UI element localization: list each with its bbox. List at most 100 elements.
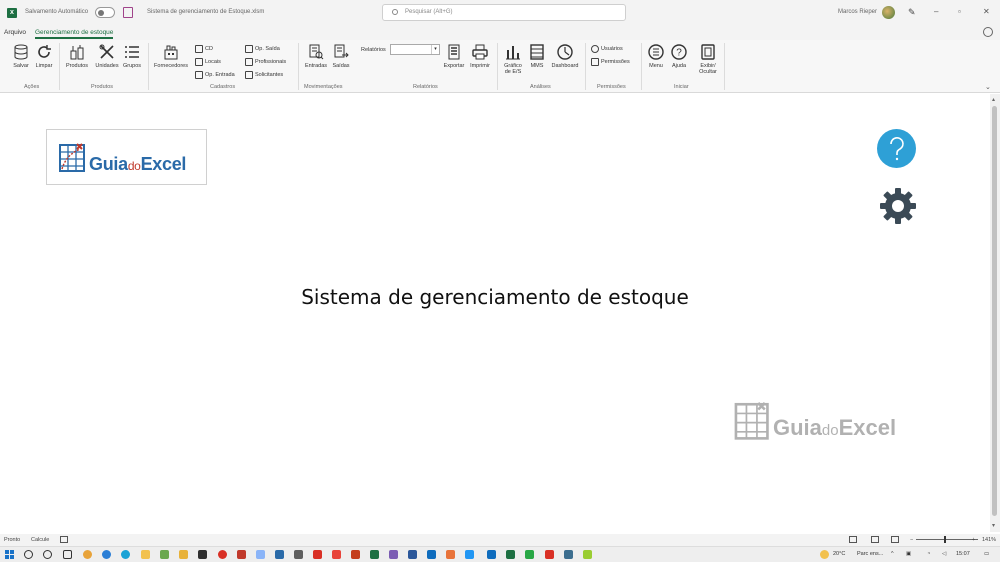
unidades-button[interactable]: Unidades xyxy=(94,44,120,69)
guiadoexcel-logo[interactable]: GuiadoExcel xyxy=(46,129,207,185)
edge-icon[interactable] xyxy=(102,550,111,559)
document-name[interactable]: Sistema de gerenciamento de Estoque.xlsm xyxy=(147,9,264,15)
user-name[interactable]: Marcos Rieper xyxy=(838,9,877,15)
app-blue2-icon[interactable] xyxy=(465,550,474,559)
app-teal-icon[interactable] xyxy=(564,550,573,559)
tray-chevron-icon[interactable]: ^ xyxy=(891,551,894,557)
autosave-toggle[interactable] xyxy=(95,7,115,18)
app-orange-icon[interactable] xyxy=(446,550,455,559)
imprimir-button[interactable]: Imprimir xyxy=(468,44,492,69)
powerpoint-icon[interactable] xyxy=(351,550,360,559)
maximize-button[interactable]: ▫ xyxy=(958,7,961,16)
cd-button[interactable]: CD xyxy=(195,45,213,53)
entradas-button[interactable]: Entradas xyxy=(304,44,328,69)
scroll-up-icon[interactable]: ▴ xyxy=(992,96,995,103)
op-entrada-button[interactable]: Op. Entrada xyxy=(195,71,235,79)
vertical-scrollbar[interactable]: ▴ ▾ xyxy=(990,94,1000,532)
ajuda-button[interactable]: ? Ajuda xyxy=(669,44,689,69)
zoom-out-icon[interactable]: − xyxy=(910,537,913,543)
menu-button[interactable]: Menu xyxy=(646,44,666,69)
saidas-button[interactable]: Saídas xyxy=(330,44,352,69)
widgets-icon[interactable] xyxy=(63,550,72,559)
zoom-slider-track[interactable] xyxy=(916,539,978,540)
scroll-down-icon[interactable]: ▾ xyxy=(992,522,995,529)
salvar-button[interactable]: Salvar xyxy=(11,44,31,69)
tab-arquivo[interactable]: Arquivo xyxy=(4,29,26,36)
dashboard-button[interactable]: Dashboard xyxy=(549,44,581,69)
normal-view-icon[interactable] xyxy=(849,536,857,543)
calc-status[interactable]: Calcule xyxy=(31,537,49,543)
solicitantes-button[interactable]: Solicitantes xyxy=(245,71,283,79)
weather-icon[interactable] xyxy=(820,550,829,559)
settings-gear-icon[interactable] xyxy=(879,187,917,225)
locais-button[interactable]: Locais xyxy=(195,58,221,66)
app-gray-icon[interactable] xyxy=(294,550,303,559)
film-icon xyxy=(529,44,545,60)
tray-app-icon[interactable]: ▣ xyxy=(906,551,911,557)
imprimir-label: Imprimir xyxy=(470,63,490,69)
search-box[interactable]: Pesquisar (Alt+G) xyxy=(382,4,626,21)
zoom-in-icon[interactable]: + xyxy=(972,537,975,543)
exibir-ocultar-button[interactable]: Exibir/ Ocultar xyxy=(695,44,721,75)
app-green-icon[interactable] xyxy=(160,550,169,559)
app-red-icon[interactable] xyxy=(237,550,246,559)
app-red3-icon[interactable] xyxy=(332,550,341,559)
windows-start-icon[interactable] xyxy=(5,550,14,559)
panel-icon xyxy=(700,44,716,60)
file-explorer-icon[interactable] xyxy=(141,550,150,559)
save-icon[interactable] xyxy=(123,7,133,18)
app-red2-icon[interactable] xyxy=(313,550,322,559)
volume-icon[interactable]: ◁ xyxy=(942,551,946,557)
grupos-button[interactable]: Grupos xyxy=(121,44,143,69)
zoom-slider-knob[interactable] xyxy=(944,536,946,543)
word-icon[interactable] xyxy=(408,550,417,559)
fornecedores-button[interactable]: Fornecedores xyxy=(152,44,190,69)
zoom-level[interactable]: 141% xyxy=(982,537,996,543)
collapse-ribbon-icon[interactable]: ⌄ xyxy=(985,83,991,91)
chevron-down-icon[interactable]: ▾ xyxy=(431,45,439,54)
app-lightblue-icon[interactable] xyxy=(256,550,265,559)
minimize-button[interactable]: – xyxy=(934,7,938,16)
avatar[interactable] xyxy=(882,6,895,19)
usuarios-button[interactable]: Usuários xyxy=(591,45,623,53)
mms-button[interactable]: MMS xyxy=(527,44,547,69)
app-green2-icon[interactable] xyxy=(506,550,515,559)
excel-taskbar-icon[interactable] xyxy=(370,550,379,559)
app-red4-icon[interactable] xyxy=(545,550,554,559)
tab-gerenciamento-estoque[interactable]: Gerenciamento de estoque xyxy=(35,29,114,39)
feedback-smiley-icon[interactable] xyxy=(983,27,993,37)
app-blue-icon[interactable] xyxy=(275,550,284,559)
scroll-thumb[interactable] xyxy=(992,106,997,516)
permissoes-button[interactable]: Permissões xyxy=(591,58,630,66)
weather-temp[interactable]: 20°C xyxy=(833,551,845,557)
clock[interactable]: 15:07 xyxy=(956,551,970,557)
pen-icon[interactable]: ✎ xyxy=(908,7,916,18)
notifications-icon[interactable]: ▭ xyxy=(984,551,989,557)
app-green3-icon[interactable] xyxy=(525,550,534,559)
limpar-button[interactable]: Limpar xyxy=(34,44,54,69)
profissionais-button[interactable]: Profissionais xyxy=(245,58,286,66)
relatorios-dropdown[interactable]: ▾ xyxy=(390,44,440,55)
app-red-circle-icon[interactable] xyxy=(218,550,227,559)
op-saida-button[interactable]: Op. Saída xyxy=(245,45,280,53)
page-break-icon[interactable] xyxy=(891,536,899,543)
grafico-es-button[interactable]: Gráfico de E/S xyxy=(501,44,525,75)
search-icon[interactable] xyxy=(24,550,33,559)
produtos-button[interactable]: Produtos xyxy=(64,44,90,69)
app-lime-icon[interactable] xyxy=(583,550,592,559)
task-view-icon[interactable] xyxy=(43,550,52,559)
app-dark-icon[interactable] xyxy=(198,550,207,559)
network-icon[interactable]: ◔ xyxy=(927,551,930,557)
weather-desc[interactable]: Parc ens... xyxy=(857,551,883,557)
browser-icon[interactable] xyxy=(121,550,130,559)
outlook-icon[interactable] xyxy=(427,550,436,559)
app-yellow-icon[interactable] xyxy=(179,550,188,559)
help-button[interactable] xyxy=(877,129,916,168)
exportar-button[interactable]: Exportar xyxy=(441,44,467,69)
accessibility-icon[interactable] xyxy=(60,536,68,543)
page-layout-icon[interactable] xyxy=(871,536,879,543)
chrome-icon[interactable] xyxy=(83,550,92,559)
app-blue3-icon[interactable] xyxy=(487,550,496,559)
close-button[interactable]: ✕ xyxy=(983,7,990,16)
onenote-icon[interactable] xyxy=(389,550,398,559)
